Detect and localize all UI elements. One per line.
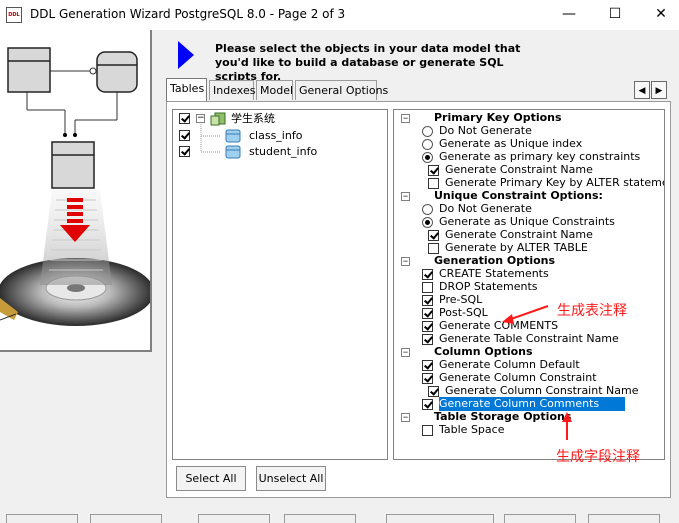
option-label: DROP Statements [439, 280, 538, 293]
wizard-illustration [0, 30, 152, 352]
option-radio[interactable] [422, 126, 433, 137]
option-label: Generate as primary key constraints [439, 150, 641, 163]
option-checkbox[interactable] [422, 360, 433, 371]
option-label: Generate Table Constraint Name [439, 332, 619, 345]
option-checkbox[interactable] [422, 334, 433, 345]
option-checkbox-row[interactable]: Table Space [394, 423, 664, 437]
title-bar: DDL DDL Generation Wizard PostgreSQL 8.0… [0, 0, 679, 30]
option-label: Generate Primary Key by ALTER statement [445, 176, 665, 189]
collapse-icon[interactable]: − [196, 114, 205, 123]
option-label: Generate Column Default [439, 358, 580, 371]
tree-item-root[interactable]: − 学生系统 [173, 111, 383, 127]
tree-child-label: class_info [249, 129, 303, 142]
option-label: Generate as Unique index [439, 137, 583, 150]
maximize-button[interactable]: ☐ [592, 0, 638, 30]
model-folder-icon [210, 112, 226, 126]
collapse-icon[interactable]: − [401, 192, 410, 201]
database-diagram-icon [0, 47, 150, 326]
option-label: Generate Column Constraint [439, 371, 597, 384]
option-label: Unique Constraint Options: [434, 189, 603, 202]
option-checkbox[interactable] [428, 243, 439, 254]
student-info-checkbox[interactable] [179, 146, 190, 157]
wizard-arrow-icon [178, 41, 194, 69]
option-checkbox[interactable] [428, 230, 439, 241]
option-radio[interactable] [422, 217, 433, 228]
option-checkbox[interactable] [428, 165, 439, 176]
option-radio[interactable] [422, 139, 433, 150]
tree-item-student-info[interactable]: student_info [173, 144, 383, 160]
bottom-button[interactable] [6, 514, 78, 523]
option-label: Generation Options [434, 254, 556, 267]
option-checkbox[interactable] [422, 425, 433, 436]
tab-general-options[interactable]: General Options [295, 80, 388, 100]
option-radio[interactable] [422, 204, 433, 215]
option-checkbox[interactable] [428, 178, 439, 189]
option-label: CREATE Statements [439, 267, 549, 280]
option-checkbox[interactable] [422, 399, 433, 410]
option-checkbox[interactable] [422, 282, 433, 293]
bottom-button[interactable] [504, 514, 576, 523]
table-comment-annotation: 生成表注释 [557, 303, 627, 319]
option-label: Pre-SQL [439, 293, 483, 306]
option-radio[interactable] [422, 152, 433, 163]
scroll-left-button[interactable]: ◀ [634, 81, 650, 99]
option-label: Generate by ALTER TABLE [445, 241, 588, 254]
option-label: Generate as Unique Constraints [439, 215, 615, 228]
bottom-button[interactable] [90, 514, 162, 523]
bottom-button[interactable] [588, 514, 660, 523]
option-label: Post-SQL [439, 306, 488, 319]
bottom-button[interactable] [386, 514, 494, 523]
tab-indexes[interactable]: Indexes [209, 80, 255, 100]
unselect-all-button[interactable]: Unselect All [256, 466, 326, 491]
option-checkbox[interactable] [422, 269, 433, 280]
option-checkbox[interactable] [422, 295, 433, 306]
options-list[interactable]: − Primary Key Options Do Not Generate Gener… [393, 109, 665, 460]
close-button[interactable]: ✕ [638, 0, 679, 30]
bottom-button[interactable] [284, 514, 356, 523]
tree-child-label: student_info [249, 145, 318, 158]
scroll-right-button[interactable]: ▶ [651, 81, 667, 99]
option-checkbox[interactable] [422, 308, 433, 319]
option-label: Table Storage Options [434, 410, 572, 423]
field-comment-annotation: 生成字段注释 [556, 449, 640, 465]
table-icon [225, 145, 241, 159]
collapse-icon[interactable]: − [401, 257, 410, 266]
minimize-button[interactable]: — [546, 0, 592, 30]
tree-root-label: 学生系统 [231, 112, 275, 125]
option-group-header[interactable]: − Table Storage Options [394, 410, 664, 424]
option-label: Do Not Generate [439, 124, 532, 137]
option-checkbox[interactable] [422, 321, 433, 332]
instruction-text: Please select the objects in your data m… [215, 42, 521, 83]
collapse-icon[interactable]: − [401, 114, 410, 123]
tab-tables[interactable]: Tables [166, 78, 207, 101]
select-all-button[interactable]: Select All [176, 466, 246, 491]
collapse-icon[interactable]: − [401, 348, 410, 357]
option-label: Generate Column Constraint Name [445, 384, 639, 397]
option-checkbox-row[interactable]: DROP Statements [394, 280, 664, 294]
window-title: DDL Generation Wizard PostgreSQL 8.0 - P… [30, 7, 346, 21]
option-label: Generate Constraint Name [445, 163, 593, 176]
option-label: Generate Column Comments [439, 397, 626, 411]
app-icon: DDL [6, 7, 22, 23]
option-checkbox[interactable] [422, 373, 433, 384]
root-checkbox[interactable] [179, 113, 190, 124]
option-label: Primary Key Options [434, 111, 562, 124]
option-label: Generate Constraint Name [445, 228, 593, 241]
class-info-checkbox[interactable] [179, 130, 190, 141]
object-tree[interactable]: − 学生系统 class_info student_info [172, 109, 388, 460]
tab-model[interactable]: Model [256, 80, 293, 100]
option-label: Do Not Generate [439, 202, 532, 215]
tree-item-class-info[interactable]: class_info [173, 128, 383, 144]
option-checkbox[interactable] [428, 386, 439, 397]
option-label: Generate COMMENTS [439, 319, 559, 332]
collapse-icon[interactable]: − [401, 413, 410, 422]
bottom-button[interactable] [198, 514, 270, 523]
option-label: Table Space [439, 423, 505, 436]
option-label: Column Options [434, 345, 533, 358]
table-icon [225, 129, 241, 143]
